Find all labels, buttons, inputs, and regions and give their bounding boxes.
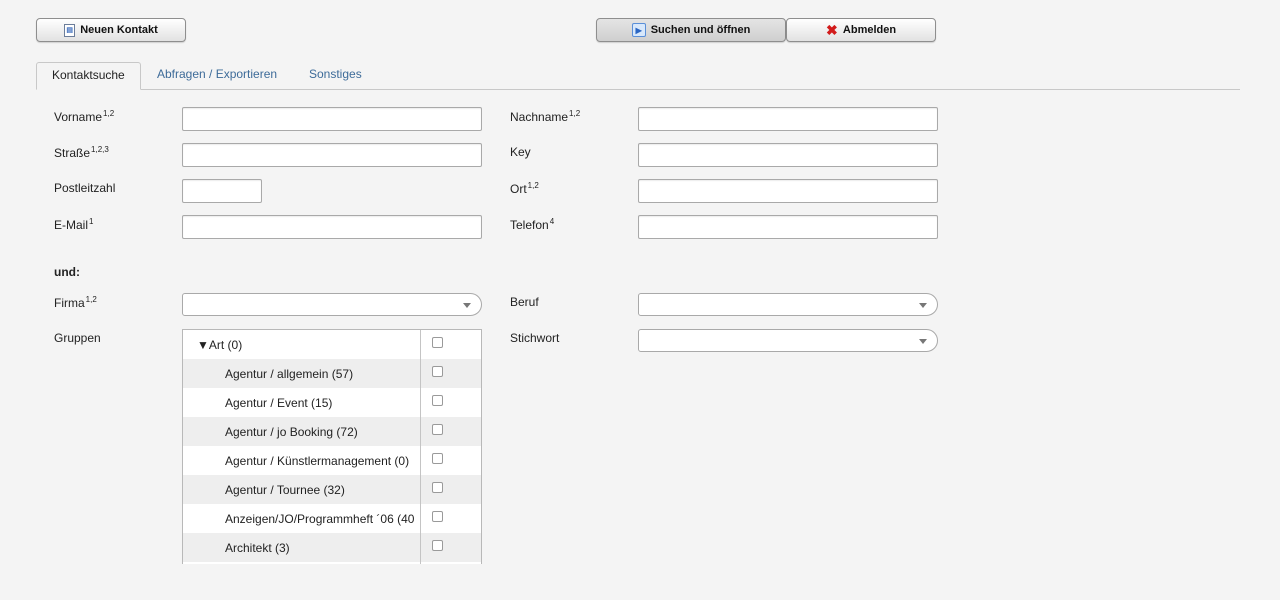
- plz-input[interactable]: [182, 179, 262, 203]
- plz-label: Postleitzahl: [54, 181, 116, 195]
- expand-triangle-icon[interactable]: ▼: [197, 338, 209, 352]
- tree-row[interactable]: Agentur / Künstlermanagement (0): [183, 446, 481, 475]
- tree-item-label: Agentur / jo Booking (72): [225, 425, 358, 439]
- new-contact-label: Neuen Kontakt: [80, 24, 158, 36]
- chevron-down-icon: [919, 339, 927, 344]
- arrow-right-icon: ▶: [631, 23, 646, 37]
- key-label: Key: [510, 145, 531, 159]
- new-contact-button[interactable]: ▤ Neuen Kontakt: [36, 18, 186, 42]
- tab-kontaktsuche[interactable]: Kontaktsuche: [36, 62, 141, 90]
- tree-item-label: Architekt (3): [225, 541, 290, 555]
- stichwort-select[interactable]: [638, 329, 938, 352]
- group-checkbox[interactable]: [432, 366, 443, 377]
- telefon-label: Telefon4: [510, 217, 555, 232]
- logout-label: Abmelden: [842, 24, 897, 36]
- group-checkbox[interactable]: [432, 424, 443, 435]
- tree-row-art[interactable]: ▼Art (0): [183, 330, 481, 359]
- tree-row[interactable]: Agentur / jo Booking (72): [183, 417, 481, 446]
- group-checkbox[interactable]: [432, 337, 443, 348]
- nachname-input[interactable]: [638, 107, 938, 131]
- tree-item-label: Art (0): [208, 338, 243, 352]
- nachname-label: Nachname1,2: [510, 109, 581, 124]
- beruf-label: Beruf: [510, 295, 539, 309]
- tree-item-label: Anzeigen/JO/Programmheft ´06 (40: [225, 512, 415, 526]
- firma-label: Firma1,2: [54, 295, 97, 310]
- groups-tree[interactable]: ▼Art (0) Agentur / allgemein (57) Agentu…: [182, 329, 482, 564]
- chevron-down-icon: [919, 303, 927, 308]
- chevron-down-icon: [463, 303, 471, 308]
- tree-row[interactable]: Anzeigen/JO/Programmheft ´06 (40: [183, 504, 481, 533]
- beruf-select[interactable]: [638, 293, 938, 316]
- group-checkbox[interactable]: [432, 395, 443, 406]
- group-checkbox[interactable]: [432, 511, 443, 522]
- email-label: E-Mail1: [54, 217, 94, 232]
- tree-item-label: Agentur / Tournee (32): [225, 483, 345, 497]
- tab-bar: Kontaktsuche Abfragen / Exportieren Sons…: [36, 62, 1240, 90]
- key-input[interactable]: [638, 143, 938, 167]
- tab-sonstiges[interactable]: Sonstiges: [294, 62, 377, 89]
- group-checkbox[interactable]: [432, 482, 443, 493]
- und-label: und:: [54, 265, 80, 279]
- search-open-label: Suchen und öffnen: [650, 24, 751, 36]
- telefon-input[interactable]: [638, 215, 938, 239]
- email-input[interactable]: [182, 215, 482, 239]
- search-open-button[interactable]: ▶ Suchen und öffnen: [596, 18, 786, 42]
- strasse-input[interactable]: [182, 143, 482, 167]
- ort-input[interactable]: [638, 179, 938, 203]
- tree-row[interactable]: Agentur / allgemein (57): [183, 359, 481, 388]
- tree-item-label: Agentur / Künstlermanagement (0): [225, 454, 410, 468]
- strasse-label: Straße1,2,3: [54, 145, 109, 160]
- tree-row[interactable]: Architekt (3): [183, 533, 481, 562]
- column-divider: [420, 330, 421, 564]
- vorname-label: Vorname1,2: [54, 109, 115, 124]
- group-checkbox[interactable]: [432, 453, 443, 464]
- tree-row[interactable]: Agentur / Tournee (32): [183, 475, 481, 504]
- tree-item-label: Agentur / Event (15): [225, 396, 333, 410]
- vorname-input[interactable]: [182, 107, 482, 131]
- firma-select[interactable]: [182, 293, 482, 316]
- logout-button[interactable]: ✖ Abmelden: [786, 18, 936, 42]
- tree-item-label: Agentur / allgemein (57): [225, 367, 354, 381]
- red-x-icon: ✖: [826, 21, 838, 38]
- gruppen-label: Gruppen: [54, 331, 101, 345]
- stichwort-label: Stichwort: [510, 331, 560, 345]
- tab-abfragen-exportieren[interactable]: Abfragen / Exportieren: [142, 62, 292, 89]
- group-checkbox[interactable]: [432, 540, 443, 551]
- tree-row[interactable]: Agentur / Event (15): [183, 388, 481, 417]
- ort-label: Ort1,2: [510, 181, 539, 196]
- new-contact-icon: ▤: [64, 23, 76, 37]
